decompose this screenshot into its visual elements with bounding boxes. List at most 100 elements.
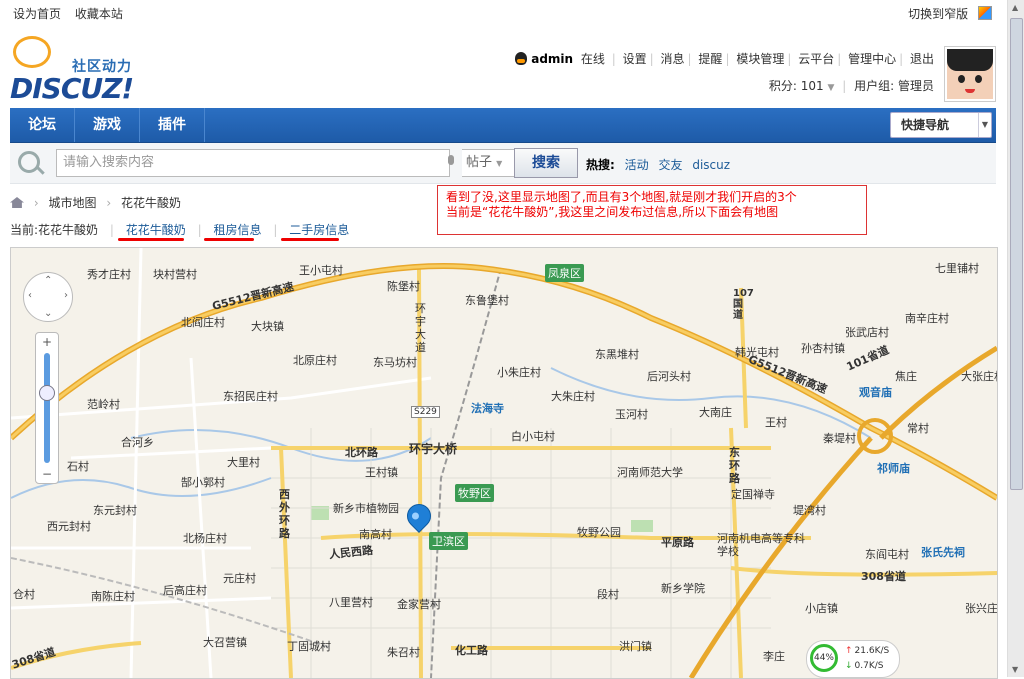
map-place-label: 东鲁堡村 <box>465 294 509 307</box>
avatar[interactable] <box>944 46 996 102</box>
map-place-label: 大朱庄村 <box>551 390 595 403</box>
underline-mark <box>281 238 339 241</box>
map-place-label: 元庄村 <box>223 572 256 585</box>
map-road-label: 环宇大道 <box>415 302 426 354</box>
quick-nav-button[interactable]: 快捷导航 ▼ <box>890 112 992 138</box>
vertical-scrollbar[interactable]: ▲ ▼ <box>1007 0 1024 677</box>
switch-width-link[interactable]: 切换到窄版 <box>908 7 968 21</box>
tab-rental[interactable]: 租房信息 <box>213 223 261 237</box>
logout-link[interactable]: 退出 <box>910 52 934 66</box>
map-road-label: 平原路 <box>661 536 694 549</box>
map-place-label: 范岭村 <box>87 398 120 411</box>
map-place-label: 仓村 <box>13 588 35 601</box>
map-zoom-control[interactable]: + − <box>35 332 59 484</box>
bookmark-link[interactable]: 收藏本站 <box>75 7 123 21</box>
map-place-label: 七里铺村 <box>935 262 979 275</box>
map-place-label: 石村 <box>67 460 89 473</box>
nav-forum[interactable]: 论坛 <box>10 108 75 142</box>
map-place-label: 秦堤村 <box>823 432 856 445</box>
hot-term-discuz[interactable]: discuz <box>692 158 730 172</box>
quick-nav-label: 快捷导航 <box>901 118 950 132</box>
map-place-label: 大南庄 <box>699 406 732 419</box>
search-type-caret-icon: ▼ <box>496 159 503 168</box>
network-speed-widget[interactable]: 44% 21.6K/S 0.7K/S <box>806 640 900 678</box>
map-place-label: 小朱庄村 <box>497 366 541 379</box>
map-pan-control[interactable]: ⌃ ‹ › ⌄ <box>23 272 73 322</box>
map-place-label: 南陈庄村 <box>91 590 135 603</box>
zoom-slider-track[interactable] <box>44 353 50 463</box>
map-place-label: 张武店村 <box>845 326 889 339</box>
hot-search-label: 热搜: <box>586 158 615 172</box>
search-button[interactable]: 搜索 <box>514 148 578 178</box>
map-place-label: 河南师范大学 <box>617 466 683 479</box>
pan-up-arrow-icon[interactable]: ⌃ <box>44 275 52 286</box>
map-road-label: 化工路 <box>455 644 488 657</box>
nav-plugins[interactable]: 插件 <box>140 108 205 142</box>
microphone-icon[interactable] <box>448 155 454 165</box>
map-place-label: 大里村 <box>227 456 260 469</box>
tab-second-hand[interactable]: 二手房信息 <box>289 223 349 237</box>
scroll-down-arrow-icon[interactable]: ▼ <box>1012 665 1018 674</box>
map-place-label: 后高庄村 <box>163 584 207 597</box>
search-input[interactable]: 请输入搜索内容 <box>56 149 450 177</box>
map-place-label: 东阎屯村 <box>865 548 909 561</box>
notifications-link[interactable]: 提醒 <box>698 52 722 66</box>
map-place-label: 南高村 <box>359 528 392 541</box>
logo-bubble-icon <box>13 36 51 68</box>
map-place-label: 堤湾村 <box>793 504 826 517</box>
user-group-link[interactable]: 用户组: 管理员 <box>854 79 934 93</box>
messages-link[interactable]: 消息 <box>661 52 685 66</box>
map-place-label: 焦庄 <box>895 370 917 383</box>
annotation-box: 看到了没,这里显示地图了,而且有3个地图,就是刚才我们开启的3个 当前是“花花牛… <box>437 185 867 235</box>
map-place-label: 大张庄村 <box>961 370 997 383</box>
tab-yogurt[interactable]: 花花牛酸奶 <box>126 223 186 237</box>
map-place-label: 东元封村 <box>93 504 137 517</box>
home-icon[interactable] <box>10 197 24 208</box>
map-place-label: 白小屯村 <box>511 430 555 443</box>
cloud-platform-link[interactable]: 云平台 <box>798 52 834 66</box>
zoom-slider-knob[interactable] <box>39 385 55 401</box>
map-poi-label: 观音庙 <box>859 386 892 399</box>
breadcrumb-current: 花花牛酸奶 <box>120 196 181 210</box>
username-link[interactable]: admin <box>531 52 573 66</box>
pan-right-arrow-icon[interactable]: › <box>64 290 68 301</box>
scroll-up-arrow-icon[interactable]: ▲ <box>1012 3 1018 12</box>
map-road-label: 西外环路 <box>279 488 290 540</box>
hot-term-dating[interactable]: 交友 <box>658 158 682 172</box>
map-place-label: 东黑堆村 <box>595 348 639 361</box>
map-road-label: 北环路 <box>345 446 378 459</box>
map-place-label: 金家营村 <box>397 598 441 611</box>
map-place-label: 牧野公园 <box>577 526 621 539</box>
map-place-label: 陈堡村 <box>387 280 420 293</box>
pan-left-arrow-icon[interactable]: ‹ <box>28 290 32 301</box>
quick-nav-caret-icon[interactable]: ▼ <box>978 113 991 137</box>
breadcrumb-city-map[interactable]: 城市地图 <box>48 196 96 210</box>
scrollbar-thumb[interactable] <box>1010 18 1023 490</box>
nav-games[interactable]: 游戏 <box>75 108 140 142</box>
zoom-in-button[interactable]: + <box>42 335 52 349</box>
underline-mark <box>118 238 184 241</box>
set-home-link[interactable]: 设为首页 <box>13 7 61 21</box>
annotation-line-2: 当前是“花花牛酸奶”,我这里之间发布过信息,所以下面会有地图 <box>446 205 779 219</box>
map-place-label: 玉河村 <box>615 408 648 421</box>
map-poi-label: 张氏先祠 <box>921 546 965 559</box>
map-place-label: 洪门镇 <box>619 640 652 653</box>
district-label: 卫滨区 <box>429 532 468 550</box>
width-toggle-icon[interactable] <box>978 6 992 20</box>
admin-center-link[interactable]: 管理中心 <box>848 52 896 66</box>
module-admin-link[interactable]: 模块管理 <box>736 52 784 66</box>
map-place-label: 韩光屯村 <box>735 346 779 359</box>
hot-term-activity[interactable]: 活动 <box>625 158 649 172</box>
zoom-out-button[interactable]: − <box>42 467 52 481</box>
search-type-select[interactable]: 帖子 ▼ <box>462 149 517 177</box>
map-place-label: 后河头村 <box>647 370 691 383</box>
points-dropdown[interactable]: 积分: 101 ▼ <box>769 79 835 93</box>
logo-wordmark: DISCUZ! <box>10 72 134 105</box>
pan-down-arrow-icon[interactable]: ⌄ <box>44 308 52 319</box>
city-map[interactable]: ⌃ ‹ › ⌄ + − G5512晋新高速 G5512晋新高速 凤泉区 牧野区 … <box>10 247 998 679</box>
search-bar: 请输入搜索内容 帖子 ▼ 搜索 热搜: 活动 交友 discuz <box>10 143 996 184</box>
map-place-label: 北原庄村 <box>293 354 337 367</box>
site-logo[interactable]: 社区动力 DISCUZ! <box>10 36 150 106</box>
main-nav: 论坛 游戏 插件 快捷导航 ▼ <box>10 108 996 144</box>
settings-link[interactable]: 设置 <box>623 52 647 66</box>
